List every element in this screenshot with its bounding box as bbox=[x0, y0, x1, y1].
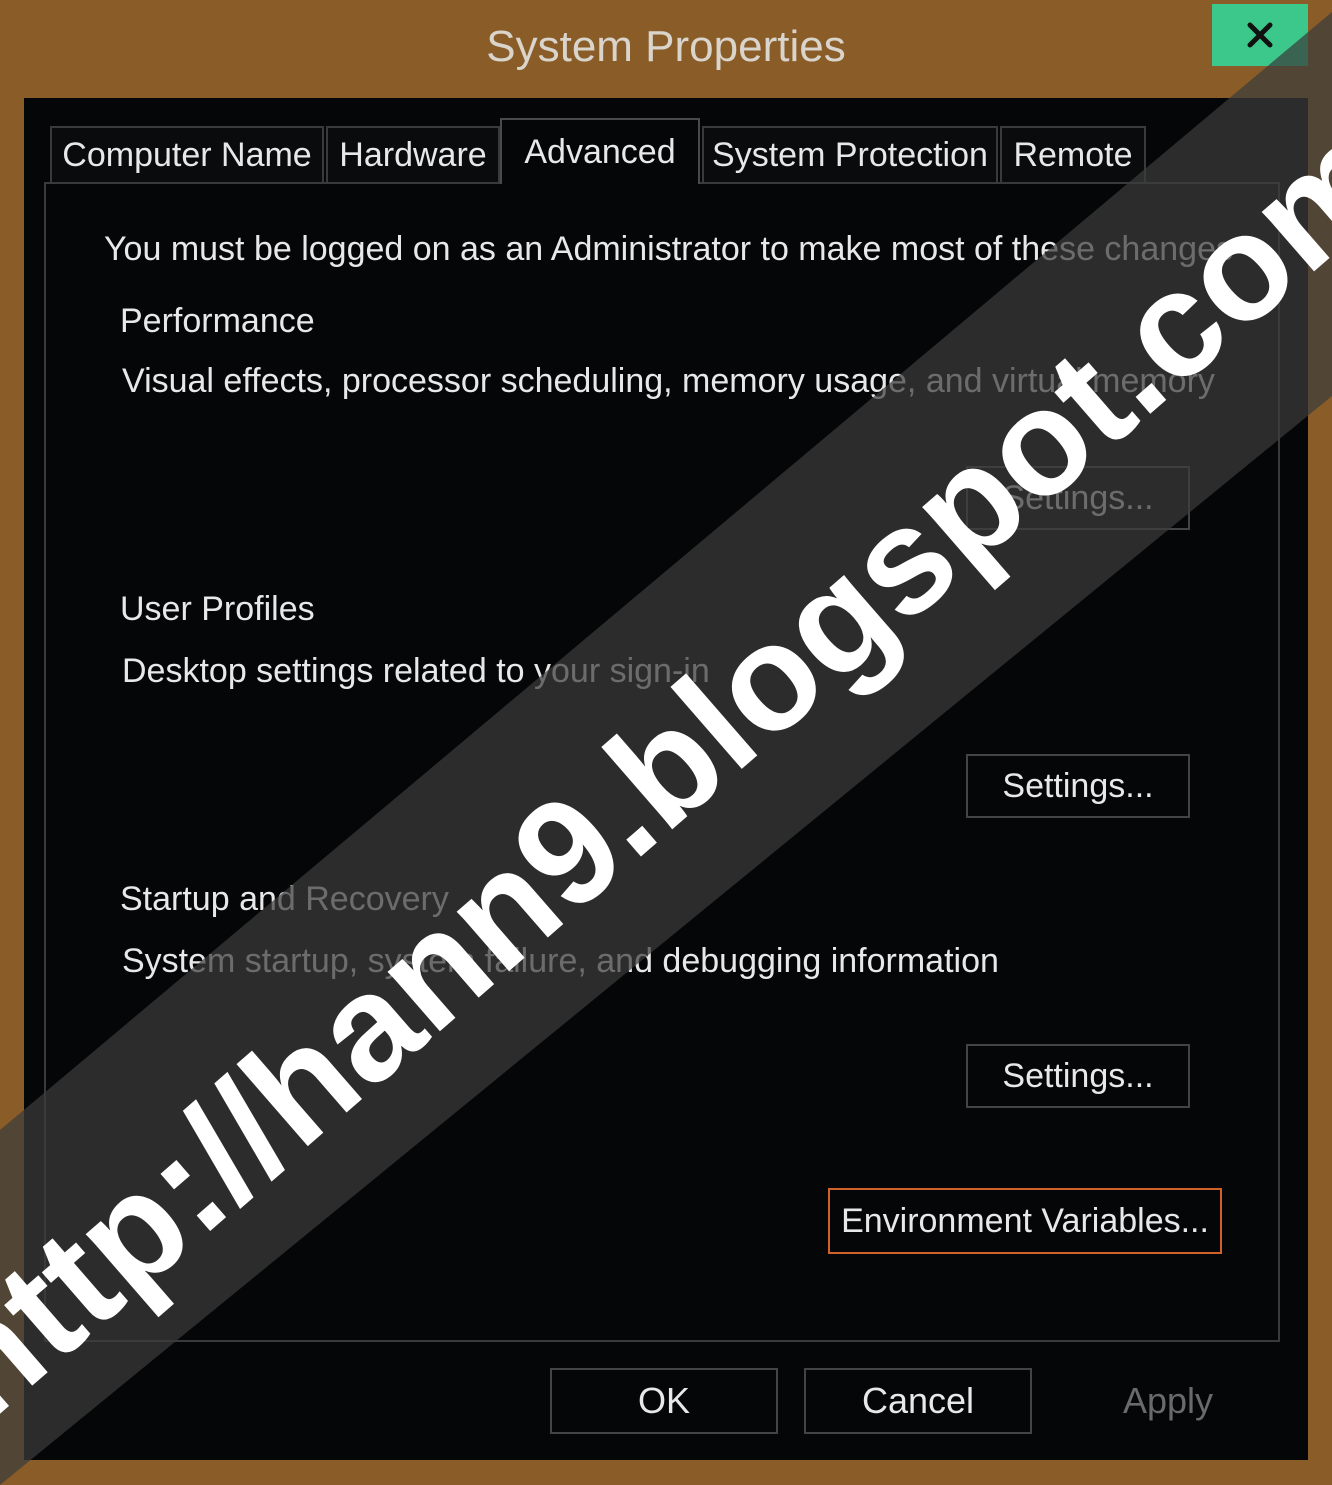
tab-system-protection[interactable]: System Protection bbox=[702, 126, 998, 182]
close-icon bbox=[1247, 22, 1273, 48]
startup-recovery-title: Startup and Recovery bbox=[120, 880, 449, 918]
tab-computer-name[interactable]: Computer Name bbox=[50, 126, 324, 182]
system-properties-window: System Properties Computer Name Hardware… bbox=[0, 0, 1332, 1485]
tab-hardware[interactable]: Hardware bbox=[326, 126, 500, 182]
startup-recovery-description: System startup, system failure, and debu… bbox=[122, 942, 999, 980]
environment-variables-button[interactable]: Environment Variables... bbox=[828, 1188, 1222, 1254]
performance-description: Visual effects, processor scheduling, me… bbox=[122, 362, 1215, 400]
startup-recovery-settings-button[interactable]: Settings... bbox=[966, 1044, 1190, 1108]
user-profiles-title: User Profiles bbox=[120, 590, 315, 628]
cancel-button[interactable]: Cancel bbox=[804, 1368, 1032, 1434]
tab-advanced[interactable]: Advanced bbox=[500, 118, 700, 184]
performance-title: Performance bbox=[120, 302, 315, 340]
performance-settings-button[interactable]: Settings... bbox=[966, 466, 1190, 530]
close-button[interactable] bbox=[1212, 4, 1308, 66]
apply-button[interactable]: Apply bbox=[1108, 1368, 1228, 1434]
tab-remote[interactable]: Remote bbox=[1000, 126, 1146, 182]
dialog-client-area: Computer Name Hardware Advanced System P… bbox=[24, 98, 1308, 1460]
advanced-tab-panel: You must be logged on as an Administrato… bbox=[44, 182, 1280, 1342]
admin-note: You must be logged on as an Administrato… bbox=[104, 230, 1233, 268]
ok-button[interactable]: OK bbox=[550, 1368, 778, 1434]
user-profiles-description: Desktop settings related to your sign-in bbox=[122, 652, 710, 690]
window-title: System Properties bbox=[486, 22, 846, 71]
user-profiles-settings-button[interactable]: Settings... bbox=[966, 754, 1190, 818]
